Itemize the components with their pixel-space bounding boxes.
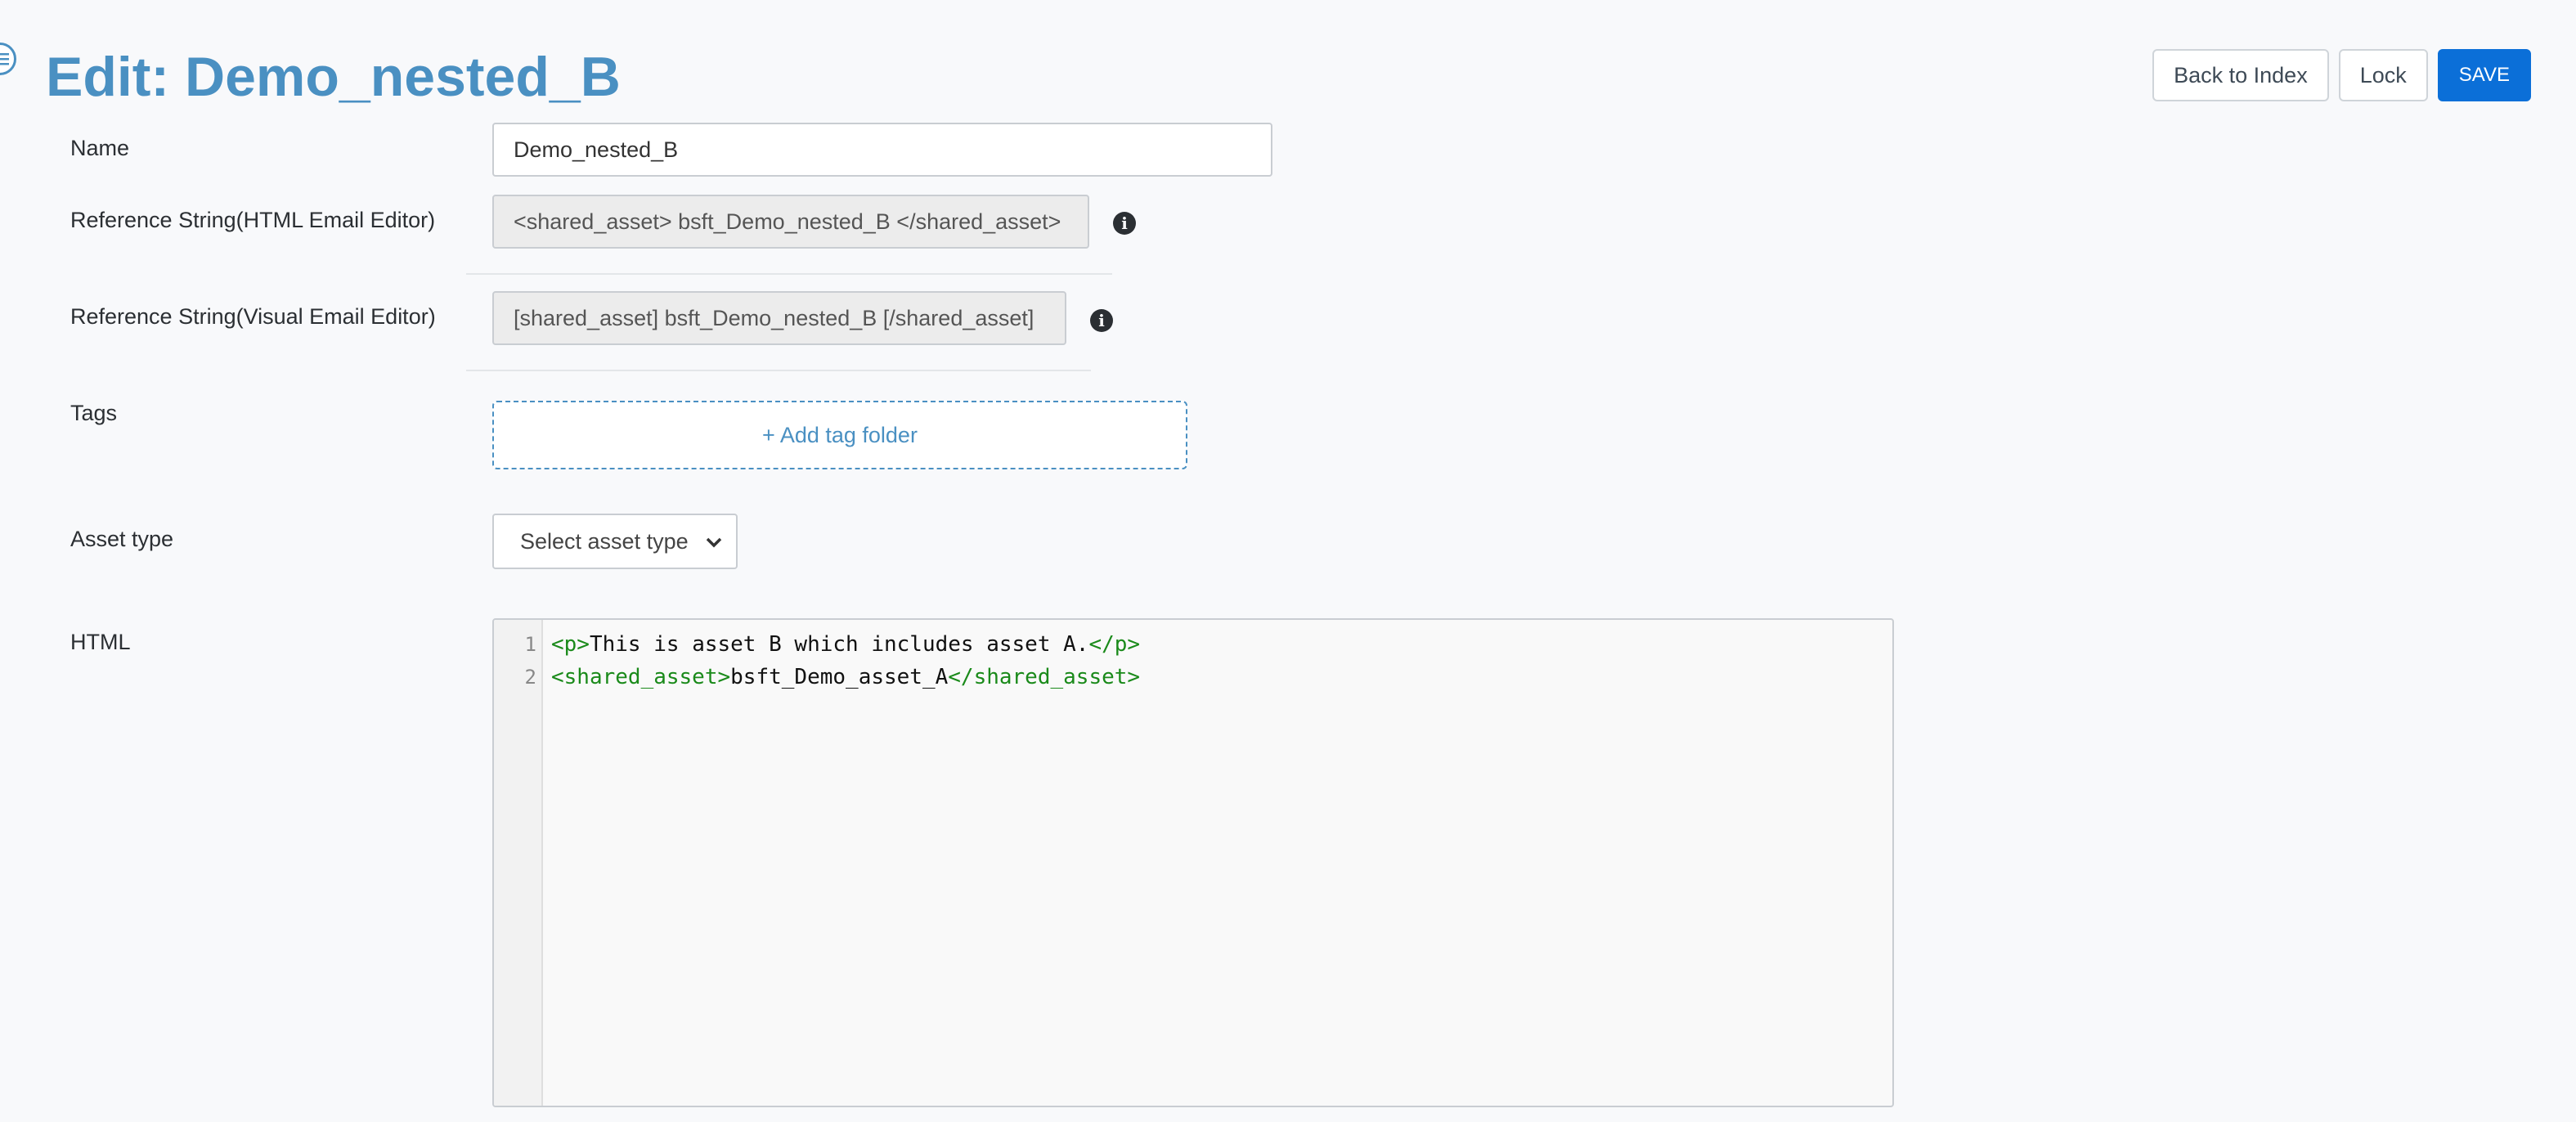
line-number: 1 bbox=[524, 633, 536, 656]
add-tag-folder-label: + Add tag folder bbox=[762, 422, 918, 447]
ref-html-label: Reference String(HTML Email Editor) bbox=[70, 208, 436, 232]
top-toolbar: Back to Index Lock SAVE bbox=[2152, 49, 2531, 101]
asset-type-label: Asset type bbox=[70, 527, 174, 551]
html-label: HTML bbox=[70, 630, 131, 654]
name-input[interactable]: Demo_nested_B bbox=[492, 123, 1272, 177]
name-label: Name bbox=[70, 136, 130, 160]
code-token: </shared_asset> bbox=[948, 665, 1141, 689]
ref-html-field[interactable]: <shared_asset> bsft_Demo_nested_B </shar… bbox=[492, 195, 1089, 249]
menu-icon bbox=[0, 53, 9, 65]
code-token: </p> bbox=[1088, 632, 1141, 657]
info-icon[interactable]: i bbox=[1113, 212, 1136, 235]
back-to-index-button[interactable]: Back to Index bbox=[2152, 49, 2329, 101]
divider bbox=[466, 273, 1112, 275]
menu-toggle-button[interactable] bbox=[0, 43, 16, 75]
info-icon[interactable]: i bbox=[1090, 309, 1113, 332]
ref-visual-field[interactable]: [shared_asset] bsft_Demo_nested_B [/shar… bbox=[492, 291, 1066, 345]
page-title: Edit: Demo_nested_B bbox=[46, 46, 621, 108]
html-code-editor[interactable]: 1 <p>This is asset B which includes asse… bbox=[492, 618, 1894, 1107]
code-token: bsft_Demo_asset_A bbox=[730, 665, 949, 689]
save-button[interactable]: SAVE bbox=[2437, 49, 2531, 101]
code-token: <shared_asset> bbox=[551, 665, 731, 689]
code-token: <p> bbox=[551, 632, 590, 657]
asset-type-value: Select asset type bbox=[520, 528, 689, 554]
divider bbox=[466, 370, 1091, 371]
code-token: This is asset B which includes asset A. bbox=[589, 632, 1089, 657]
line-number: 2 bbox=[524, 666, 536, 689]
chevron-down-icon bbox=[706, 537, 722, 548]
add-tag-folder-button[interactable]: + Add tag folder bbox=[492, 401, 1187, 469]
asset-type-select[interactable]: Select asset type bbox=[492, 514, 738, 569]
ref-visual-label: Reference String(Visual Email Editor) bbox=[70, 304, 436, 329]
code-line: 1 <p>This is asset B which includes asse… bbox=[494, 628, 1141, 661]
tags-label: Tags bbox=[70, 401, 118, 425]
code-line: 2 <shared_asset>bsft_Demo_asset_A</share… bbox=[494, 661, 1141, 693]
lock-button[interactable]: Lock bbox=[2338, 49, 2428, 101]
